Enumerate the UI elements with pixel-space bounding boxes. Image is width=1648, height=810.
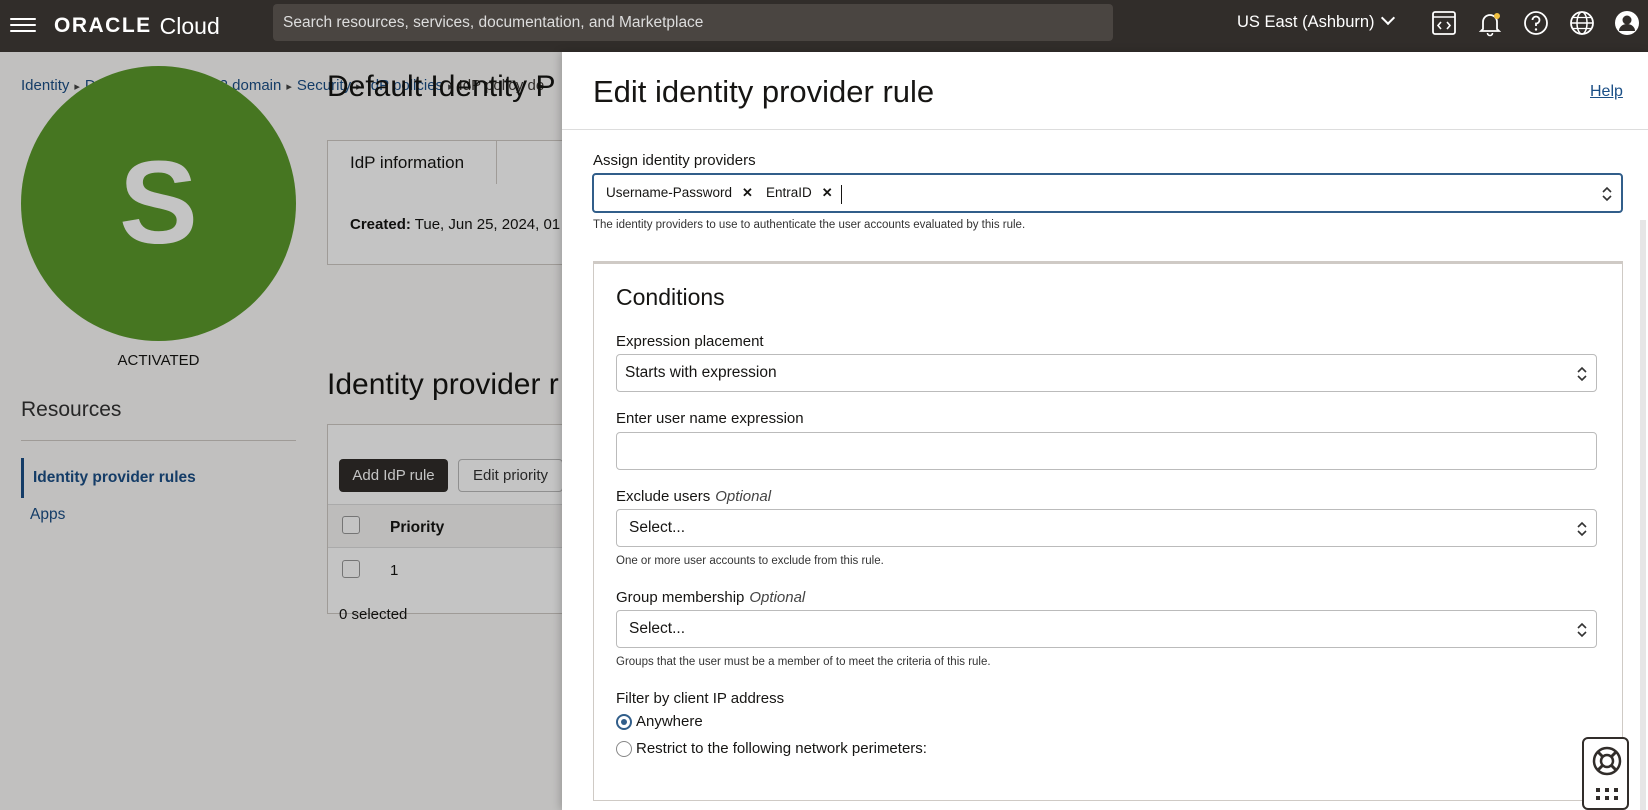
idp-chip-label: Username-Password: [606, 185, 733, 200]
ip-filter-label: Filter by client IP address: [616, 690, 785, 707]
group-membership-label-text: Group membership: [616, 589, 745, 606]
assign-idp-multiselect[interactable]: Username-Password ✕ EntraID ✕: [592, 173, 1623, 213]
idp-chip-label: EntraID: [766, 185, 812, 200]
chevron-down-icon: [1380, 10, 1395, 26]
select-arrows-icon: [1577, 366, 1587, 382]
panel-title: Edit identity provider rule: [593, 74, 935, 109]
group-membership-label: Group membership Optional: [616, 589, 805, 606]
hamburger-menu-icon[interactable]: [10, 14, 36, 36]
expression-placement-value: Starts with expression: [625, 364, 777, 381]
expression-placement-select[interactable]: Starts with expression: [616, 354, 1597, 392]
remove-chip-icon[interactable]: ✕: [742, 185, 753, 200]
idp-chip: EntraID ✕: [766, 185, 833, 201]
conditions-heading: Conditions: [616, 284, 725, 310]
select-arrows-icon: [1577, 622, 1587, 638]
help-icon[interactable]: [1522, 9, 1550, 37]
assign-idp-label: Assign identity providers: [593, 152, 756, 169]
exclude-users-label: Exclude users Optional: [616, 488, 771, 505]
group-membership-placeholder: Select...: [629, 620, 685, 637]
region-label: US East (Ashburn): [1237, 13, 1375, 31]
assign-idp-hint: The identity providers to use to authent…: [593, 219, 1026, 231]
idp-chip: Username-Password ✕: [606, 185, 753, 201]
code-editor-icon[interactable]: [1430, 9, 1458, 37]
apps-grid-icon: [1596, 788, 1618, 800]
user-profile-icon[interactable]: [1613, 9, 1641, 37]
product-name: Cloud: [159, 12, 220, 39]
brand-name: ORACLE: [54, 14, 152, 37]
oracle-cloud-logo[interactable]: ORACLE Cloud: [54, 10, 220, 42]
help-link[interactable]: Help: [1590, 83, 1623, 101]
radio-restrict-perimeters[interactable]: [616, 741, 632, 757]
radio-anywhere[interactable]: [616, 714, 632, 730]
exclude-users-hint: One or more user accounts to exclude fro…: [616, 555, 884, 567]
support-widget[interactable]: [1582, 737, 1629, 810]
radio-restrict-perimeters-label[interactable]: Restrict to the following network perime…: [636, 740, 927, 757]
search-input[interactable]: Search resources, services, documentatio…: [273, 4, 1113, 41]
panel-scrollbar[interactable]: [1640, 220, 1646, 810]
optional-tag: Optional: [749, 589, 806, 606]
text-cursor: [841, 185, 842, 204]
radio-anywhere-label[interactable]: Anywhere: [636, 713, 703, 730]
exclude-users-placeholder: Select...: [629, 519, 685, 536]
expression-placement-label: Expression placement: [616, 333, 764, 350]
select-arrows-icon: [1577, 521, 1587, 537]
select-arrows-icon: [1602, 186, 1612, 202]
remove-chip-icon[interactable]: ✕: [822, 185, 833, 200]
group-membership-select[interactable]: Select...: [616, 610, 1597, 648]
lifebuoy-icon: [1592, 746, 1622, 776]
exclude-users-label-text: Exclude users: [616, 488, 711, 505]
region-selector[interactable]: US East (Ashburn): [1237, 0, 1395, 44]
top-bar: ORACLE Cloud Search resources, services,…: [0, 0, 1648, 52]
exclude-users-select[interactable]: Select...: [616, 509, 1597, 547]
divider: [562, 129, 1648, 130]
notification-bell-icon[interactable]: [1476, 9, 1504, 37]
username-expression-input[interactable]: [616, 432, 1597, 470]
language-globe-icon[interactable]: [1568, 9, 1596, 37]
optional-tag: Optional: [715, 488, 772, 505]
username-expression-label: Enter user name expression: [616, 410, 804, 427]
group-membership-hint: Groups that the user must be a member of…: [616, 656, 991, 668]
